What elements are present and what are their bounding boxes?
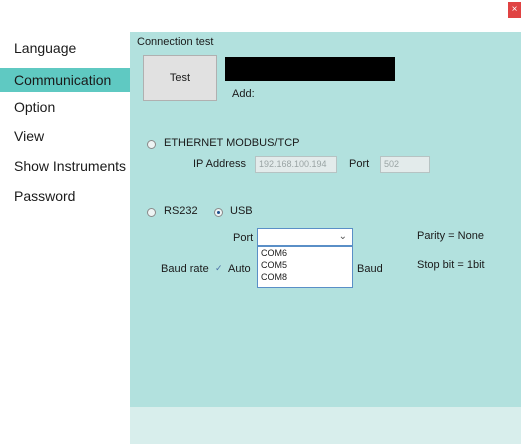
sidebar-item-option[interactable]: Option <box>0 95 130 119</box>
port-label-ethernet: Port <box>349 158 370 170</box>
connection-test-title: Connection test <box>137 36 214 48</box>
stop-bit-text: Stop bit = 1bit <box>417 259 485 271</box>
ip-address-label: IP Address <box>193 158 246 170</box>
ethernet-label: ETHERNET MODBUS/TCP <box>164 137 300 149</box>
add-label: Add: <box>232 88 255 100</box>
port-option[interactable]: COM6 <box>258 247 352 259</box>
ethernet-radio[interactable] <box>147 140 156 149</box>
close-button[interactable]: × <box>508 2 521 18</box>
port-option[interactable]: COM5 <box>258 259 352 271</box>
connection-status-box <box>225 57 395 81</box>
rs232-radio[interactable] <box>147 208 156 217</box>
port-dropdown: COM6 COM5 COM8 <box>257 246 353 288</box>
usb-label: USB <box>230 205 253 217</box>
ip-address-field[interactable]: 192.168.100.194 <box>255 156 337 173</box>
port-option[interactable]: COM8 <box>258 271 352 283</box>
baud-rate-label: Baud rate <box>161 263 209 275</box>
ethernet-port-field[interactable]: 502 <box>380 156 430 173</box>
auto-checkbox[interactable]: ✓ <box>215 264 224 273</box>
sidebar-item-language[interactable]: Language <box>0 36 130 60</box>
baud-label: Baud <box>357 263 383 275</box>
close-icon: × <box>511 4 518 15</box>
sidebar-item-communication[interactable]: Communication <box>0 68 130 92</box>
sidebar-item-show-instruments[interactable]: Show Instruments <box>0 154 130 178</box>
auto-label: Auto <box>228 263 251 275</box>
sidebar-item-password[interactable]: Password <box>0 184 130 208</box>
chevron-down-icon: ⌄ <box>338 231 347 242</box>
panel-footer <box>130 407 521 444</box>
usb-radio[interactable] <box>214 208 223 217</box>
port-select[interactable]: ⌄ <box>257 228 353 246</box>
rs232-label: RS232 <box>164 205 198 217</box>
port-label-serial: Port <box>233 232 254 244</box>
sidebar-item-view[interactable]: View <box>0 124 130 148</box>
parity-text: Parity = None <box>417 230 484 242</box>
test-button[interactable]: Test <box>143 55 217 101</box>
